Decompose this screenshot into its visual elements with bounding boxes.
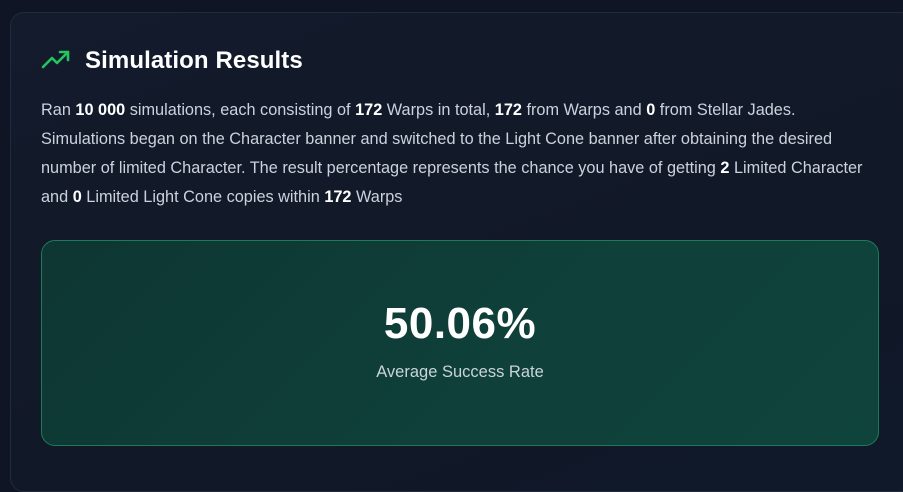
simulation-count: 10 000 xyxy=(75,101,126,119)
card-header: Simulation Results xyxy=(41,46,303,76)
success-rate-value: 50.06% xyxy=(383,299,537,348)
simulation-results-card: Simulation Results Ran 10 000 simulation… xyxy=(10,12,903,492)
limited-light-cone-count: 0 xyxy=(72,188,82,206)
warps-from-jades: 0 xyxy=(646,101,656,119)
success-rate-label: Average Success Rate xyxy=(376,363,544,381)
total-warps: 172 xyxy=(355,101,383,119)
trending-up-icon xyxy=(41,46,71,76)
result-panel: 50.06% Average Success Rate xyxy=(41,240,879,446)
simulation-description: Ran 10 000 simulations, each consisting … xyxy=(41,101,863,206)
card-title: Simulation Results xyxy=(85,47,303,74)
warps-from-warps: 172 xyxy=(494,101,522,119)
within-warps: 172 xyxy=(324,188,352,206)
